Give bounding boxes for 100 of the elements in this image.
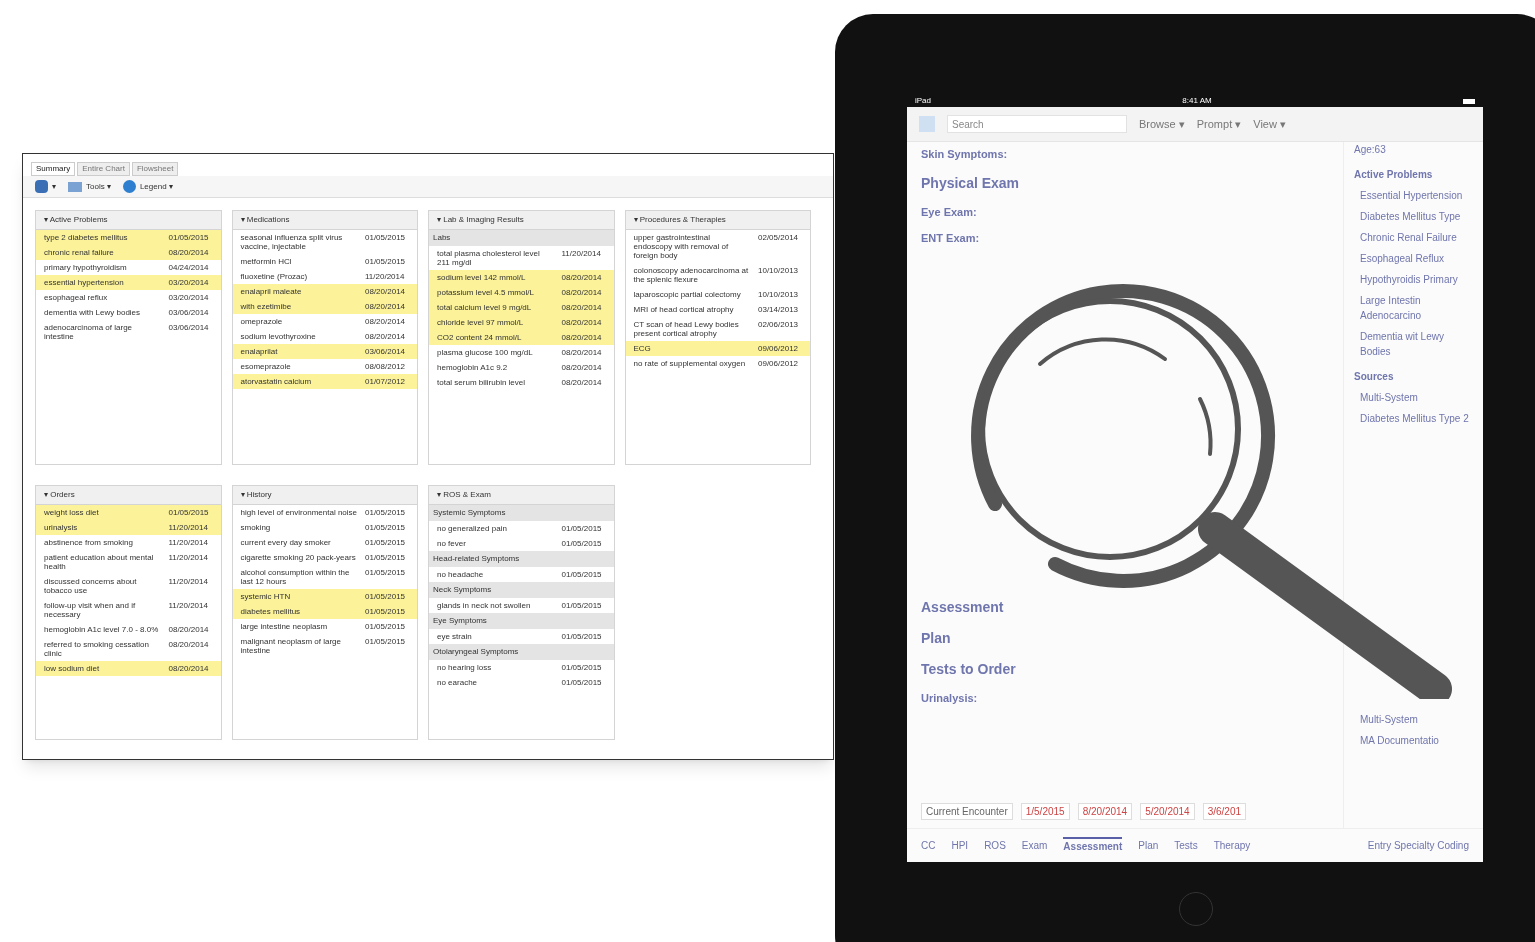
row-date: 11/20/2014 — [168, 538, 209, 547]
section-tab[interactable]: Plan — [1138, 838, 1159, 853]
chart-tab[interactable]: Summary — [31, 162, 76, 176]
section-heading: Plan — [921, 628, 952, 648]
list-row[interactable]: enalapril maleate 08/20/2014 — [232, 284, 417, 299]
layout-icon — [919, 116, 935, 132]
sidebar-item[interactable]: Large Intestin Adenocarcino — [1354, 293, 1473, 323]
panel-header[interactable]: ▾ Lab & Imaging Results — [429, 211, 614, 230]
row-text: sodium levothyroxine — [240, 332, 317, 341]
panel-header[interactable]: ▾ ROS & Exam — [429, 486, 614, 505]
chart-tab[interactable]: Flowsheet — [131, 162, 179, 176]
toolbar-button[interactable]: ▾ — [35, 180, 56, 193]
row-date: 08/20/2014 — [365, 332, 407, 341]
list-row[interactable]: urinalysis 11/20/2014 — [36, 520, 221, 535]
row-text: no rate of supplemental oxygen — [633, 359, 747, 368]
list-row[interactable]: atorvastatin calcium 01/07/2012 — [232, 374, 417, 389]
panel-header[interactable]: ▾ History — [232, 486, 417, 505]
section-tab[interactable]: Exam — [1021, 838, 1048, 853]
sidebar-item[interactable]: Diabetes Mellitus Type — [1354, 209, 1473, 224]
list-row[interactable]: enalaprilat 03/06/2014 — [232, 344, 417, 359]
encounter-tab[interactable]: Current Encounter — [921, 803, 1013, 820]
list-row[interactable]: ECG 09/06/2012 — [625, 341, 810, 356]
row-date: 11/20/2014 — [168, 577, 209, 588]
list-row[interactable]: sodium level 142 mmol/L 08/20/2014 — [429, 270, 614, 285]
row-text: smoking — [240, 523, 272, 532]
sidebar-item[interactable]: Essential Hypertension — [1354, 188, 1473, 203]
row-text: large intestine neoplasm — [240, 622, 329, 631]
row-date: 01/07/2012 — [365, 377, 407, 386]
row-date: 11/20/2014 — [365, 272, 406, 281]
list-row[interactable]: low sodium diet 08/20/2014 — [36, 661, 221, 676]
row-date: 11/20/2014 — [168, 553, 209, 564]
list-row[interactable]: diabetes mellitus 01/05/2015 — [232, 604, 417, 619]
sidebar-item[interactable]: MA Documentatio — [1354, 733, 1473, 748]
section-tab[interactable]: Therapy — [1213, 838, 1251, 853]
row-date: 01/05/2015 — [365, 523, 407, 532]
list-row[interactable]: systemic HTN 01/05/2015 — [232, 589, 417, 604]
row-date: 03/06/2014 — [168, 308, 210, 317]
list-row[interactable]: essential hypertension 03/20/2014 — [36, 275, 221, 290]
section-tab[interactable]: Tests — [1174, 838, 1198, 853]
list-row[interactable]: total calcium level 9 mg/dL 08/20/2014 — [429, 300, 614, 315]
group-header: Neck Symptoms — [429, 582, 614, 598]
row-text: follow-up visit when and if necessary — [44, 601, 137, 619]
sidebar-item[interactable]: Multi-System — [1354, 712, 1473, 727]
row-text: referred to smoking cessation clinic — [44, 640, 150, 658]
list-row[interactable]: CO2 content 24 mmol/L 08/20/2014 — [429, 330, 614, 345]
row-text: with ezetimibe — [240, 302, 293, 311]
row-text: hemoglobin A1c 9.2 — [437, 363, 509, 372]
row-date: 08/20/2014 — [168, 248, 210, 257]
patient-age: Age:63 — [1354, 143, 1387, 157]
list-row[interactable]: with ezetimibe 08/20/2014 — [232, 299, 417, 314]
toolbar-button[interactable]: Tools ▾ — [68, 180, 111, 193]
row-date: 01/05/2015 — [561, 601, 603, 610]
toolbar-button[interactable]: Legend ▾ — [122, 180, 173, 193]
toolbar-button[interactable]: Prompt ▾ — [1196, 115, 1242, 133]
row-text: patient education about mental health — [44, 553, 155, 571]
panel-header[interactable]: ▾ Orders — [36, 486, 221, 505]
sidebar-item[interactable]: Dementia wit Lewy Bodies — [1354, 329, 1473, 359]
row-text: low sodium diet — [44, 664, 101, 673]
section-tab[interactable]: CC — [921, 838, 936, 853]
row-text: esomeprazole — [240, 362, 292, 371]
section-tab[interactable]: Assessment — [1063, 837, 1123, 854]
section-tab[interactable]: ROS — [984, 838, 1006, 853]
list-row[interactable]: chronic renal failure 08/20/2014 — [36, 245, 221, 260]
sidebar-item[interactable]: Diabetes Mellitus Type 2 — [1354, 411, 1473, 426]
section-tab[interactable]: HPI — [951, 838, 969, 853]
row-date: 08/08/2012 — [365, 362, 407, 371]
row-text: total calcium level 9 mg/dL — [437, 303, 533, 312]
row-text: sodium level 142 mmol/L — [437, 273, 527, 282]
panel-header[interactable]: ▾ Medications — [232, 211, 417, 230]
encounter-tab[interactable]: 3/6/201 — [1202, 803, 1247, 820]
row-date: 08/20/2014 — [561, 318, 603, 327]
sidebar-item[interactable]: Chronic Renal Failure — [1354, 230, 1473, 245]
list-row[interactable]: chloride level 97 mmol/L 08/20/2014 — [429, 315, 614, 330]
list-row[interactable]: type 2 diabetes mellitus 01/05/2015 — [36, 230, 221, 245]
row-text: malignant neoplasm of large intestine — [240, 637, 342, 655]
row-date: 08/20/2014 — [561, 303, 603, 312]
chart-tab[interactable]: Entire Chart — [77, 162, 130, 176]
row-date: 02/06/2013 — [758, 320, 800, 331]
row-date: 01/05/2015 — [365, 637, 407, 648]
encounter-tab[interactable]: 8/20/2014 — [1077, 803, 1133, 820]
list-row[interactable]: weight loss diet 01/05/2015 — [36, 505, 221, 520]
row-text: chloride level 97 mmol/L — [437, 318, 525, 327]
coding-link[interactable]: Entry Specialty Coding — [1367, 838, 1469, 853]
panel-header[interactable]: ▾ Active Problems — [36, 211, 221, 230]
search-field[interactable]: Search — [947, 115, 1127, 133]
list-row[interactable]: potassium level 4.5 mmol/L 08/20/2014 — [429, 285, 614, 300]
toolbar-button[interactable]: View ▾ — [1253, 115, 1286, 133]
sidebar-item[interactable]: Hypothyroidis Primary — [1354, 272, 1473, 287]
row-date: 01/05/2015 — [561, 678, 603, 687]
sidebar-item[interactable]: Multi-System — [1354, 390, 1473, 405]
toolbar-button[interactable]: Browse ▾ — [1139, 115, 1185, 133]
field-label: Eye Exam: — [921, 204, 978, 220]
encounter-tab[interactable]: 5/20/2014 — [1140, 803, 1195, 820]
row-date: 01/05/2015 — [365, 568, 407, 579]
row-text: total serum bilirubin level — [437, 378, 527, 387]
sidebar-item[interactable]: Esophageal Reflux — [1354, 251, 1473, 266]
panel-header[interactable]: ▾ Procedures & Therapies — [625, 211, 810, 230]
encounter-tab[interactable]: 1/5/2015 — [1020, 803, 1070, 820]
row-date: 08/20/2014 — [365, 287, 407, 296]
row-date: 08/20/2014 — [561, 288, 603, 297]
